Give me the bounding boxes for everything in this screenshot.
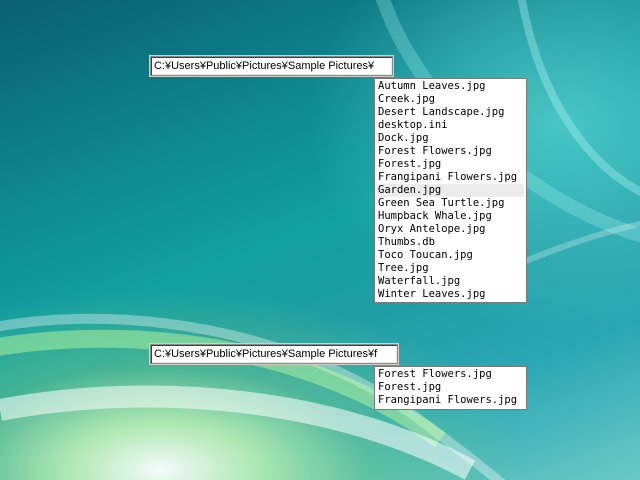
autocomplete-item[interactable]: Toco Toucan.jpg [377, 249, 524, 262]
autocomplete-item[interactable]: Humpback Whale.jpg [377, 210, 524, 223]
autocomplete-item[interactable]: Creek.jpg [377, 93, 524, 106]
autocomplete-item[interactable]: Forest.jpg [377, 158, 524, 171]
autocomplete-item[interactable]: Oryx Antelope.jpg [377, 223, 524, 236]
autocomplete-item[interactable]: Forest Flowers.jpg [377, 145, 524, 158]
autocomplete-item[interactable]: Autumn Leaves.jpg [377, 80, 524, 93]
autocomplete-item[interactable]: Desert Landscape.jpg [377, 106, 524, 119]
address-input-1[interactable]: C:¥Users¥Public¥Pictures¥Sample Pictures… [150, 56, 393, 76]
autocomplete-list-1: Autumn Leaves.jpg Creek.jpg Desert Landsca… [374, 78, 527, 303]
desktop-background: C:¥Users¥Public¥Pictures¥Sample Pictures… [0, 0, 640, 480]
autocomplete-item[interactable]: Green Sea Turtle.jpg [377, 197, 524, 210]
autocomplete-item[interactable]: Frangipani Flowers.jpg [377, 394, 524, 407]
autocomplete-item[interactable]: Tree.jpg [377, 262, 524, 275]
autocomplete-item[interactable]: Dock.jpg [377, 132, 524, 145]
autocomplete-item[interactable]: Forest.jpg [377, 381, 524, 394]
autocomplete-item[interactable]: Forest Flowers.jpg [377, 368, 524, 381]
address-input-2[interactable]: C:¥Users¥Public¥Pictures¥Sample Pictures… [150, 344, 398, 364]
autocomplete-item[interactable]: Garden.jpg [377, 184, 524, 197]
autocomplete-item[interactable]: desktop.ini [377, 119, 524, 132]
autocomplete-item[interactable]: Winter Leaves.jpg [377, 288, 524, 301]
autocomplete-item[interactable]: Frangipani Flowers.jpg [377, 171, 524, 184]
autocomplete-list-2: Forest Flowers.jpg Forest.jpg Frangipani F… [374, 366, 527, 410]
autocomplete-item[interactable]: Waterfall.jpg [377, 275, 524, 288]
autocomplete-item[interactable]: Thumbs.db [377, 236, 524, 249]
